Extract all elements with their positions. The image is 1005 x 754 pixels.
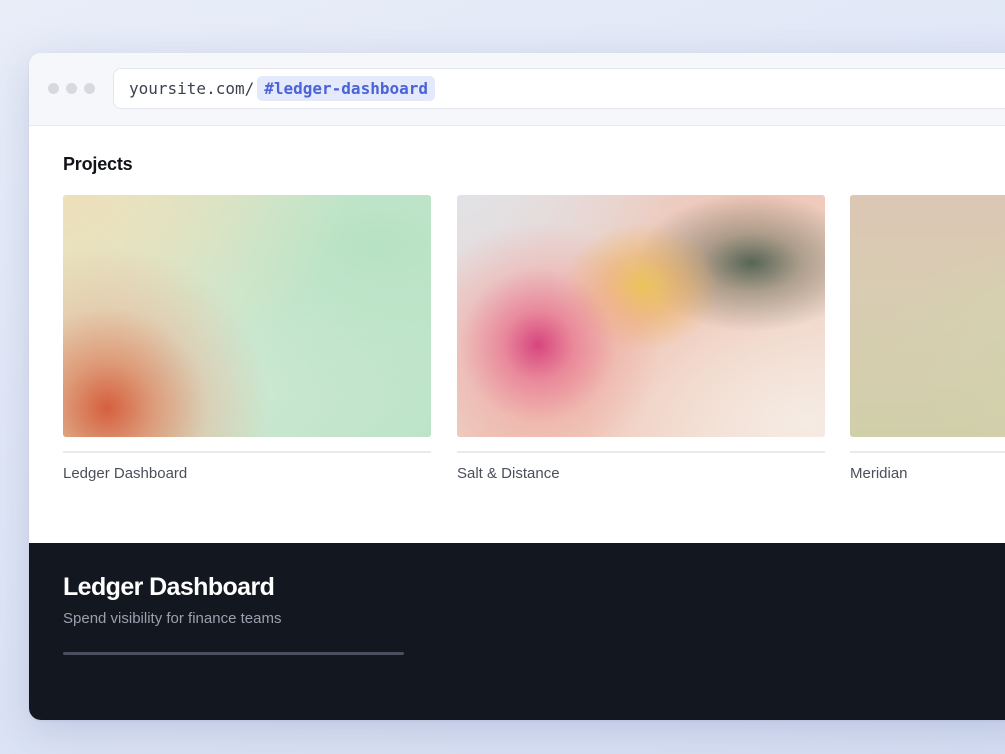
project-card-meridian[interactable]: Meridian xyxy=(850,195,1005,482)
url-hash: #ledger-dashboard xyxy=(257,76,435,101)
projects-section: Projects Ledger Dashboard Salt & Distanc… xyxy=(29,126,1005,543)
project-thumbnail[interactable] xyxy=(850,195,1005,437)
project-label: Salt & Distance xyxy=(457,465,560,482)
project-card-ledger-dashboard[interactable]: Ledger Dashboard xyxy=(63,195,431,482)
address-bar[interactable]: yoursite.com/ #ledger-dashboard xyxy=(113,68,1005,109)
progress-bar xyxy=(63,652,404,655)
project-detail-panel: Ledger Dashboard Spend visibility for fi… xyxy=(29,543,1005,720)
window-dot-minimize[interactable] xyxy=(66,83,77,94)
card-divider xyxy=(457,451,825,453)
project-card-salt-distance[interactable]: Salt & Distance xyxy=(457,195,825,482)
browser-window: yoursite.com/ #ledger-dashboard Projects… xyxy=(29,53,1005,720)
project-thumbnail[interactable] xyxy=(457,195,825,437)
project-thumbnail[interactable] xyxy=(63,195,431,437)
card-divider xyxy=(850,451,1005,453)
card-divider xyxy=(63,451,431,453)
browser-chrome: yoursite.com/ #ledger-dashboard xyxy=(29,53,1005,126)
section-title: Projects xyxy=(63,154,133,174)
window-dot-maximize[interactable] xyxy=(84,83,95,94)
detail-subtitle: Spend visibility for finance teams xyxy=(63,610,282,627)
progress-fill xyxy=(63,652,404,655)
project-label: Ledger Dashboard xyxy=(63,465,188,482)
detail-title: Ledger Dashboard xyxy=(63,573,275,601)
url-base: yoursite.com/ xyxy=(129,79,255,98)
window-dot-close[interactable] xyxy=(48,83,59,94)
project-label: Meridian xyxy=(850,465,908,482)
